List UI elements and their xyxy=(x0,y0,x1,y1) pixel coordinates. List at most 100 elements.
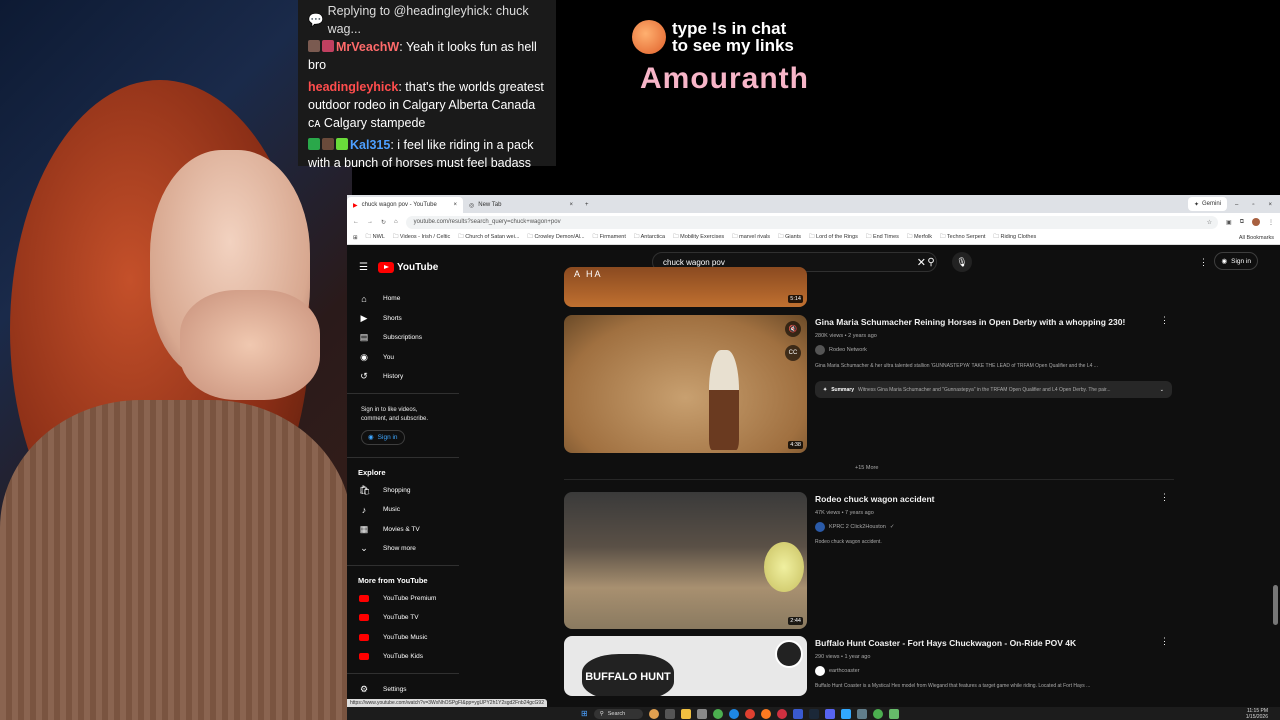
all-bookmarks[interactable]: All Bookmarks xyxy=(1239,235,1274,241)
video-thumbnail[interactable]: 🔇 CC 4:38 xyxy=(564,315,807,453)
bookmark-label: Church of Satan wei... xyxy=(465,234,520,240)
sidebar-item-shorts[interactable]: ▶ Shorts xyxy=(347,309,459,329)
bookmark-item[interactable]: 🗀 Crowley Demon/Al... xyxy=(527,233,584,242)
close-window-icon[interactable]: × xyxy=(1268,202,1272,208)
chevron-down-icon[interactable]: ⌄ xyxy=(1160,387,1164,393)
chat-username[interactable]: headingleyhick xyxy=(308,80,398,94)
sidebar-item-youtube-premium[interactable]: YouTube Premium xyxy=(347,589,459,609)
youtube-logo[interactable]: YouTube xyxy=(377,261,438,273)
video-channel[interactable]: KPRC 2 Click2Houston ✓ xyxy=(815,522,894,532)
bookmark-item[interactable]: 🗀 Videos - Irish / Celtic xyxy=(393,233,450,242)
video-menu-icon[interactable]: ⋮ xyxy=(1160,636,1169,647)
video-title[interactable]: Buffalo Hunt Coaster - Fort Hays Chuckwa… xyxy=(815,638,1155,648)
voice-search-button[interactable]: 🎙 xyxy=(952,252,972,272)
puzzle-icon[interactable]: ⧉ xyxy=(1240,219,1244,226)
maximize-icon[interactable]: ▫ xyxy=(1252,202,1254,208)
more-options-icon[interactable]: ⋮ xyxy=(1199,257,1208,268)
video-channel[interactable]: Rodeo Network xyxy=(815,345,867,355)
new-tab-button[interactable]: + xyxy=(579,197,595,213)
star-icon[interactable]: ☆ xyxy=(1207,219,1212,226)
close-tab-icon[interactable]: × xyxy=(453,202,457,208)
app-icon[interactable] xyxy=(889,708,900,719)
gemini-button[interactable]: ✦ Gemini xyxy=(1187,197,1227,211)
taskbar-search[interactable]: ⚲ Search xyxy=(593,708,644,719)
sidebar-item-youtube-tv[interactable]: YouTube TV xyxy=(347,608,459,628)
sidebar-item-youtube-kids[interactable]: YouTube Kids xyxy=(347,647,459,667)
video-thumbnail[interactable]: A HA 5:14 xyxy=(564,267,807,307)
bookmark-item[interactable]: 🗀 Giants xyxy=(778,233,801,242)
edge-icon[interactable] xyxy=(729,708,740,719)
sidebar-item-settings[interactable]: ⚙ Settings xyxy=(347,680,459,700)
bookmark-item[interactable]: 🗀 Mobility Exercises xyxy=(673,233,724,242)
bookmark-item[interactable]: 🗀 Riding Clothes xyxy=(993,233,1036,242)
video-thumbnail[interactable]: 2:44 xyxy=(564,492,807,629)
close-tab-icon[interactable]: × xyxy=(569,202,573,208)
chrome-icon[interactable] xyxy=(713,708,724,719)
tab-new[interactable]: ◎ New Tab × xyxy=(463,197,579,213)
video-menu-icon[interactable]: ⋮ xyxy=(1160,315,1169,326)
sidebar-item-youtube-music[interactable]: YouTube Music xyxy=(347,628,459,648)
header-signin-button[interactable]: ◉ Sign in xyxy=(1214,252,1258,270)
sidebar-item-shopping[interactable]: 🛍 Shopping xyxy=(347,481,459,501)
page-scrollbar[interactable] xyxy=(1273,585,1278,625)
video-thumbnail[interactable]: BUFFALO HUNT xyxy=(564,636,807,696)
chrome-icon[interactable] xyxy=(873,708,884,719)
extension-icon[interactable]: ▣ xyxy=(1226,219,1232,226)
app-icon[interactable] xyxy=(793,708,804,719)
opera-icon[interactable] xyxy=(777,708,788,719)
task-view-icon[interactable] xyxy=(665,708,676,719)
steam-icon[interactable] xyxy=(809,708,820,719)
app-icon[interactable] xyxy=(745,708,756,719)
sidebar-item-movies-tv[interactable]: ▦ Movies & TV xyxy=(347,520,459,540)
bookmark-item[interactable]: 🗀 NWL xyxy=(366,233,385,242)
firefox-icon[interactable] xyxy=(761,708,772,719)
system-clock[interactable]: 11:15 PM 1/15/2026 xyxy=(1246,708,1268,720)
apps-icon[interactable]: ⊞ xyxy=(353,235,358,241)
sidebar-item-home[interactable]: ⌂ Home xyxy=(347,289,459,309)
search-button[interactable]: ⚲ xyxy=(919,252,943,272)
bookmark-item[interactable]: 🗀 Merfolk xyxy=(907,233,932,242)
widget-icon[interactable] xyxy=(649,708,660,719)
hamburger-menu-icon[interactable]: ☰ xyxy=(359,262,368,273)
back-icon[interactable]: ← xyxy=(353,219,359,225)
captions-icon[interactable]: CC xyxy=(785,345,801,361)
bookmark-item[interactable]: 🗀 End Times xyxy=(866,233,899,242)
file-explorer-icon[interactable] xyxy=(681,708,692,719)
profile-icon[interactable] xyxy=(1252,218,1260,226)
video-menu-icon[interactable]: ⋮ xyxy=(1160,492,1169,503)
chat-username[interactable]: Kal315 xyxy=(350,138,390,152)
video-title[interactable]: Rodeo chuck wagon accident xyxy=(815,494,1155,504)
minimize-icon[interactable]: – xyxy=(1235,202,1238,208)
sidebar-item-label: Movies & TV xyxy=(383,525,420,533)
sidebar-item-show-more[interactable]: ⌄ Show more xyxy=(347,539,459,559)
sidebar-item-history[interactable]: ↺ History xyxy=(347,367,459,387)
url-input[interactable]: youtube.com/results?search_query=chuck+w… xyxy=(405,215,1219,229)
ai-summary[interactable]: ✦ Summary Witness Gina Maria Schumacher an… xyxy=(815,381,1172,398)
sidebar-signin-button[interactable]: ◉ Sign in xyxy=(361,429,405,445)
bookmark-item[interactable]: 🗀 Antarctica xyxy=(634,233,665,242)
reload-icon[interactable]: ↻ xyxy=(381,219,386,226)
discord-icon[interactable] xyxy=(825,708,836,719)
bookmark-item[interactable]: 🗀 marvel rivals xyxy=(732,233,770,242)
bookmark-item[interactable]: 🗀 Techno Serpent xyxy=(940,233,985,242)
more-results-link[interactable]: +15 More xyxy=(855,465,878,471)
folder-icon: 🗀 xyxy=(392,234,400,240)
forward-icon[interactable]: → xyxy=(367,219,373,225)
bookmark-item[interactable]: 🗀 Firmament xyxy=(593,233,626,242)
windows-start-icon[interactable]: ⊞ xyxy=(581,709,588,718)
photoshop-icon[interactable] xyxy=(841,708,852,719)
sidebar-item-subscriptions[interactable]: ▤ Subscriptions xyxy=(347,328,459,348)
bookmark-item[interactable]: 🗀 Church of Satan wei... xyxy=(458,233,519,242)
bookmark-item[interactable]: 🗀 Lord of the Rings xyxy=(809,233,858,242)
video-title[interactable]: Gina Maria Schumacher Reining Horses in … xyxy=(815,317,1155,327)
tab-youtube[interactable]: ▶ chuck wagon pov - YouTube × xyxy=(347,197,463,213)
home-icon[interactable]: ⌂ xyxy=(394,219,398,225)
chat-username[interactable]: MrVeachW xyxy=(336,40,399,54)
sidebar-item-you[interactable]: ◉ You xyxy=(347,348,459,368)
store-icon[interactable] xyxy=(697,708,708,719)
video-channel[interactable]: earthcoaster xyxy=(815,666,860,676)
menu-icon[interactable]: ⋮ xyxy=(1268,219,1274,226)
mute-icon[interactable]: 🔇 xyxy=(785,321,801,337)
sidebar-item-music[interactable]: ♪ Music xyxy=(347,500,459,520)
app-icon[interactable] xyxy=(857,708,868,719)
